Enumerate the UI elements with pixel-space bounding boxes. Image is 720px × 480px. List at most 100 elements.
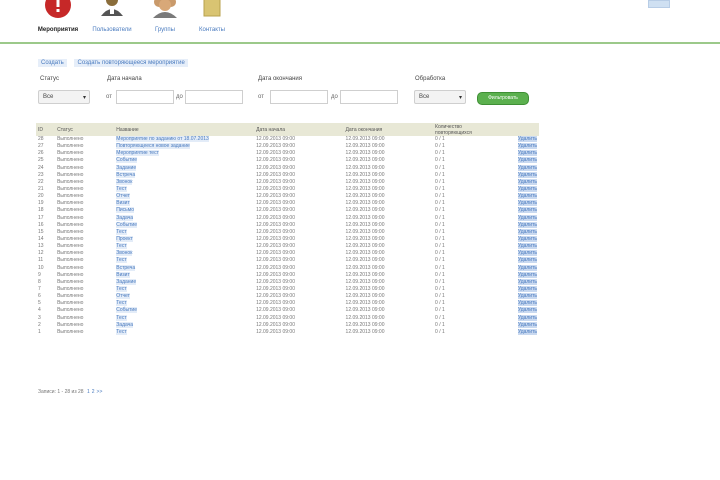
event-title-link[interactable]: Тест xyxy=(114,314,254,322)
delete-link[interactable]: Удалить xyxy=(500,178,539,186)
table-cell: 12.09.2013 09:00 xyxy=(256,143,295,150)
event-title-link[interactable]: Событие xyxy=(114,221,254,229)
table-cell: 12.09.2013 09:00 xyxy=(345,300,385,307)
logout-link[interactable] xyxy=(648,0,670,8)
delete-link[interactable]: Удалить xyxy=(500,236,539,243)
table-cell: 12.09.2013 09:00 xyxy=(345,143,385,150)
table-cell: 13 xyxy=(38,243,44,250)
table-cell: 12.09.2013 09:00 xyxy=(256,243,295,250)
table-cell: 12.09.2013 09:00 xyxy=(345,257,385,264)
event-title-link[interactable]: Тест xyxy=(114,243,254,250)
table-cell: Выполнено xyxy=(57,136,84,143)
table-cell: Выполнено xyxy=(57,314,84,321)
pagination-page-link[interactable]: >> xyxy=(97,389,103,395)
delete-link[interactable]: Удалить xyxy=(500,171,539,179)
event-title-link[interactable]: Визит xyxy=(114,200,254,207)
delete-link[interactable]: Удалить xyxy=(500,271,539,279)
nav-label-events: Мероприятия xyxy=(37,27,79,33)
column-header: ID xyxy=(36,123,56,136)
event-title-link[interactable]: Тест xyxy=(114,257,254,264)
delete-link[interactable]: Удалить xyxy=(500,228,539,236)
pagination-page-link[interactable]: 2 xyxy=(92,389,95,395)
delete-link[interactable]: Удалить xyxy=(500,286,539,293)
delete-link[interactable]: Удалить xyxy=(500,264,539,272)
delete-link[interactable]: Удалить xyxy=(500,143,539,150)
status-select[interactable]: Все ▾ xyxy=(38,90,90,104)
delete-link[interactable]: Удалить xyxy=(500,221,539,229)
column-header: Количество повторяющихся xyxy=(433,123,501,136)
table-cell: 0 / 1 xyxy=(435,236,445,243)
event-title-link[interactable]: Тест xyxy=(114,328,254,336)
table-cell: 8 xyxy=(38,278,41,285)
pagination-page-link[interactable]: 1 xyxy=(87,389,90,395)
event-title-link[interactable]: Отчет xyxy=(114,293,254,300)
table-cell: 12.09.2013 09:00 xyxy=(256,214,295,221)
delete-link[interactable]: Удалить xyxy=(500,328,539,336)
delete-link[interactable]: Удалить xyxy=(500,207,539,214)
event-title-link[interactable]: Отчет xyxy=(114,193,254,200)
archive-select[interactable]: Все ▾ xyxy=(414,90,466,104)
table-cell: 12.09.2013 09:00 xyxy=(256,286,295,293)
event-title-link[interactable]: Звонок xyxy=(114,250,254,257)
event-title-link[interactable]: Задание xyxy=(114,278,254,286)
table-cell: 17 xyxy=(38,214,44,221)
event-title-link[interactable]: Мероприятие тест xyxy=(114,150,254,157)
delete-link[interactable]: Удалить xyxy=(500,157,539,164)
table-cell: Выполнено xyxy=(57,207,84,214)
delete-link[interactable]: Удалить xyxy=(500,164,539,172)
delete-link[interactable]: Удалить xyxy=(500,186,539,193)
delete-link[interactable]: Удалить xyxy=(500,150,539,157)
event-title-link[interactable]: Встреча xyxy=(114,171,254,179)
event-title-link[interactable]: Задача xyxy=(114,214,254,222)
delete-link[interactable]: Удалить xyxy=(500,307,539,314)
event-title-link[interactable]: Задача xyxy=(114,321,254,329)
event-title-link[interactable]: Звонок xyxy=(114,178,254,186)
delete-link[interactable]: Удалить xyxy=(500,293,539,300)
delete-link[interactable]: Удалить xyxy=(500,193,539,200)
table-cell: 12.09.2013 09:00 xyxy=(256,236,295,243)
create-recurring-link[interactable]: Cоздать повторяющееся мероприятие xyxy=(74,59,188,67)
event-title-link[interactable]: Задание xyxy=(114,164,254,172)
table-cell: 0 / 1 xyxy=(435,328,445,335)
table-cell: 12.09.2013 09:00 xyxy=(256,200,295,207)
nav-item-events[interactable]: Мероприятия xyxy=(28,0,88,40)
event-title-link[interactable]: Визит xyxy=(114,271,254,279)
event-title-link[interactable]: Событие xyxy=(114,307,254,314)
date-start-to-input[interactable] xyxy=(185,90,243,104)
filter-button[interactable]: Фильтровать xyxy=(477,92,529,105)
table-cell: Выполнено xyxy=(57,328,84,335)
event-title-link[interactable]: Мероприятие по заданию от 18.07.2013 xyxy=(114,136,254,143)
delete-link[interactable]: Удалить xyxy=(500,136,539,143)
delete-link[interactable]: Удалить xyxy=(500,300,539,307)
event-title-link[interactable]: Тест xyxy=(114,300,254,307)
delete-link[interactable]: Удалить xyxy=(500,214,539,222)
nav-item-contacts[interactable]: Контакты xyxy=(182,0,242,40)
delete-link[interactable]: Удалить xyxy=(500,200,539,207)
table-cell: 0 / 1 xyxy=(435,136,445,143)
table-cell: 0 / 1 xyxy=(435,157,445,164)
event-title-link[interactable]: Событие xyxy=(114,157,254,164)
event-title-link[interactable]: Встреча xyxy=(114,264,254,272)
event-title-link[interactable]: Письмо xyxy=(114,207,254,214)
delete-link[interactable]: Удалить xyxy=(500,257,539,264)
event-title-link[interactable]: Повторяющееся новое задание xyxy=(114,143,254,150)
date-end-from-prefix: от xyxy=(258,94,264,100)
delete-link[interactable]: Удалить xyxy=(500,314,539,322)
create-link[interactable]: Создать xyxy=(38,59,67,67)
date-start-from-input[interactable] xyxy=(116,90,174,104)
column-header xyxy=(500,123,539,136)
date-end-from-input[interactable] xyxy=(270,90,328,104)
event-title-link[interactable]: Тест xyxy=(114,286,254,293)
nav-item-users[interactable]: Пользователи xyxy=(82,0,142,40)
table-cell: 12.09.2013 09:00 xyxy=(345,186,385,193)
event-title-link[interactable]: Тест xyxy=(114,186,254,193)
event-title-link[interactable]: Тест xyxy=(114,228,254,236)
delete-link[interactable]: Удалить xyxy=(500,250,539,257)
table-cell: 2 xyxy=(38,321,41,328)
table-cell: 12.09.2013 09:00 xyxy=(345,278,385,285)
delete-link[interactable]: Удалить xyxy=(500,321,539,329)
date-end-to-input[interactable] xyxy=(340,90,398,104)
delete-link[interactable]: Удалить xyxy=(500,278,539,286)
delete-link[interactable]: Удалить xyxy=(500,243,539,250)
event-title-link[interactable]: Проект xyxy=(114,236,254,243)
